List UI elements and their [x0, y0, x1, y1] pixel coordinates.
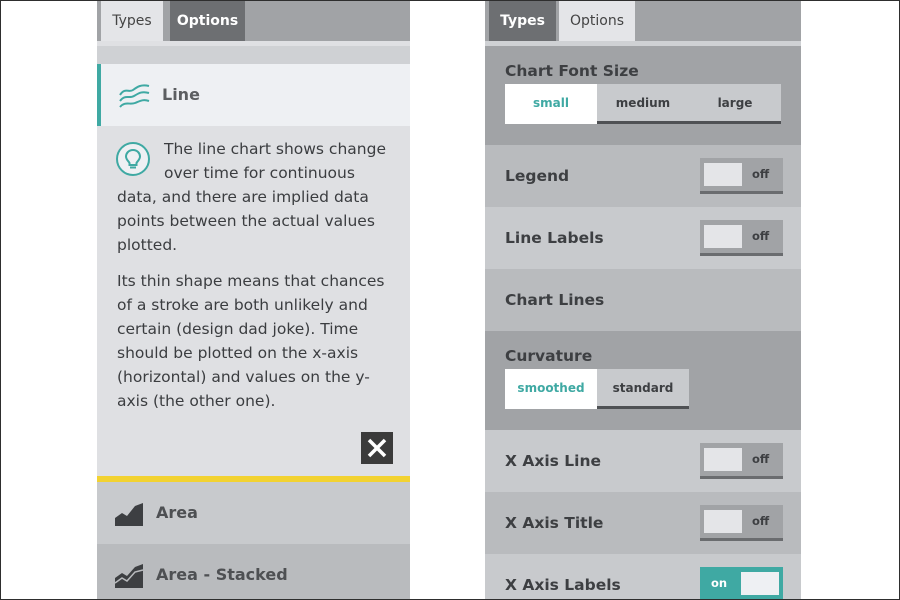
- description-paragraph-2: Its thin shape means that chances of a s…: [117, 272, 385, 410]
- legend-toggle[interactable]: off: [700, 158, 783, 194]
- toggle-state: off: [752, 514, 770, 528]
- toggle-knob: [704, 448, 742, 471]
- right-tab-bar: Types Options: [485, 0, 801, 41]
- font-size-selector: small medium large: [505, 84, 781, 124]
- area-chart-icon: [114, 501, 144, 527]
- chart-type-line[interactable]: Line: [97, 64, 410, 126]
- font-size-large-button[interactable]: large: [689, 84, 781, 124]
- legend-row: Legend off: [485, 145, 801, 207]
- chart-type-label: Area: [156, 503, 198, 522]
- tab-options[interactable]: Options: [559, 0, 635, 41]
- left-tab-bar: Types Options: [97, 0, 410, 41]
- x-axis-line-toggle[interactable]: off: [700, 443, 783, 479]
- toggle-state: on: [711, 576, 728, 590]
- font-size-small-button[interactable]: small: [505, 84, 597, 124]
- tab-types[interactable]: Types: [101, 0, 163, 41]
- toggle-state: off: [752, 229, 770, 243]
- x-axis-line-label: X Axis Line: [505, 452, 602, 470]
- close-button[interactable]: [361, 432, 393, 464]
- x-axis-labels-row: X Axis Labels on: [485, 554, 801, 600]
- curvature-selector: smoothed standard: [505, 369, 689, 409]
- curvature-standard-button[interactable]: standard: [597, 369, 689, 409]
- line-labels-label: Line Labels: [505, 229, 604, 247]
- line-labels-toggle[interactable]: off: [700, 220, 783, 256]
- curvature-smoothed-button[interactable]: smoothed: [505, 369, 597, 409]
- stacked-area-chart-icon: [114, 563, 144, 589]
- chart-types-panel: Types Options Line The line chart shows …: [97, 0, 410, 600]
- line-labels-row: Line Labels off: [485, 207, 801, 269]
- toggle-knob: [704, 225, 742, 248]
- chart-options-panel: Types Options Chart Font Size small medi…: [485, 0, 801, 600]
- toggle-state: off: [752, 167, 770, 181]
- lightbulb-icon: [116, 142, 150, 176]
- tab-options[interactable]: Options: [170, 0, 245, 41]
- chart-type-label: Area - Stacked: [156, 565, 288, 584]
- chart-type-description: The line chart shows change over time fo…: [97, 126, 410, 476]
- curvature-title: Curvature: [505, 347, 593, 365]
- x-axis-labels-label: X Axis Labels: [505, 576, 621, 594]
- toggle-state: off: [752, 452, 770, 466]
- x-axis-labels-toggle[interactable]: on: [700, 567, 783, 600]
- x-axis-title-label: X Axis Title: [505, 514, 604, 532]
- legend-label: Legend: [505, 167, 570, 185]
- tab-types[interactable]: Types: [489, 0, 556, 41]
- chart-lines-row[interactable]: Chart Lines: [485, 269, 801, 331]
- font-size-medium-button[interactable]: medium: [597, 84, 689, 124]
- description-paragraph-1-start: The line chart shows change over time fo…: [164, 140, 386, 182]
- chart-lines-label: Chart Lines: [505, 291, 605, 309]
- font-size-title: Chart Font Size: [505, 62, 639, 80]
- line-chart-icon: [119, 82, 151, 108]
- x-axis-title-toggle[interactable]: off: [700, 505, 783, 541]
- toggle-knob: [741, 572, 779, 595]
- chart-type-area[interactable]: Area: [97, 482, 410, 544]
- close-icon: [367, 438, 387, 458]
- toggle-knob: [704, 510, 742, 533]
- divider: [97, 46, 410, 64]
- chart-type-label: Line: [162, 85, 200, 104]
- x-axis-title-row: X Axis Title off: [485, 492, 801, 554]
- chart-type-area-stacked[interactable]: Area - Stacked: [97, 544, 410, 600]
- font-size-group: Chart Font Size small medium large: [485, 46, 801, 145]
- x-axis-line-row: X Axis Line off: [485, 430, 801, 492]
- curvature-group: Curvature smoothed standard: [485, 331, 801, 430]
- description-paragraph-1-rest: data, and there are implied data points …: [117, 188, 375, 254]
- toggle-knob: [704, 163, 742, 186]
